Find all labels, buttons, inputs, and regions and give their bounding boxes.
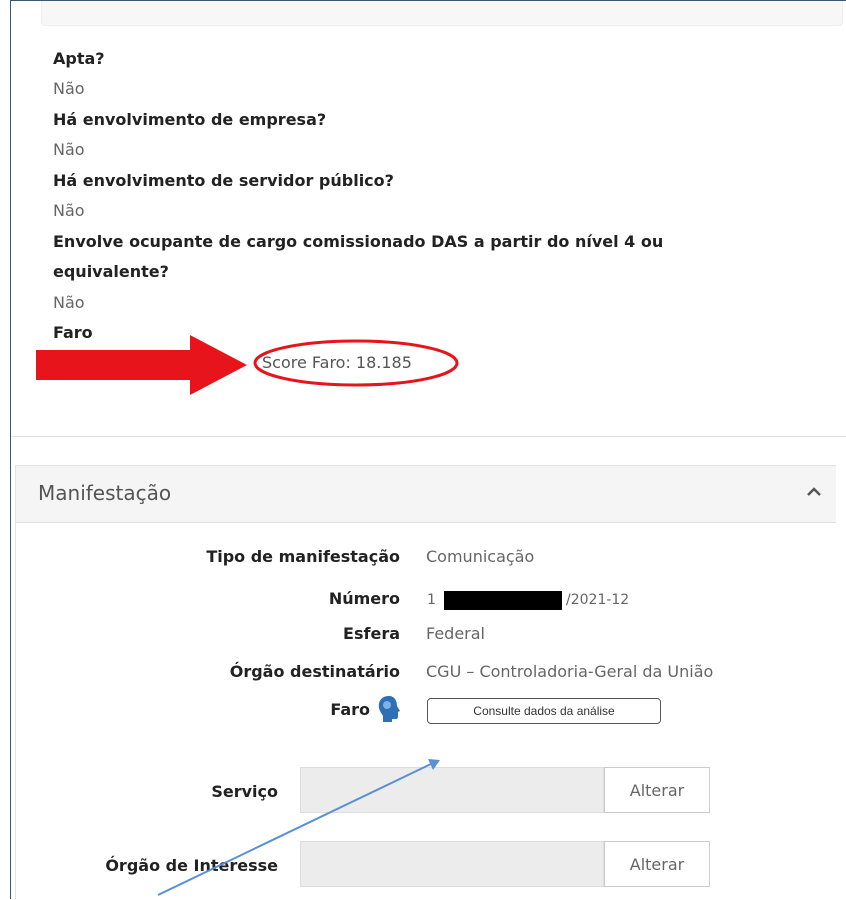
score-faro: Score Faro: 18.185	[262, 353, 412, 372]
das-label-line1: Envolve ocupante de cargo comissionado D…	[53, 232, 664, 251]
apta-label: Apta?	[53, 49, 105, 68]
servidor-value: Não	[53, 201, 85, 220]
tipo-manifestacao-value: Comunicação	[426, 547, 535, 566]
numero-label: Número	[328, 589, 400, 608]
faro-head-icon	[378, 696, 400, 722]
previous-section-edge	[41, 1, 843, 26]
apta-value: Não	[53, 79, 85, 98]
empresa-label: Há envolvimento de empresa?	[53, 110, 327, 129]
esfera-value: Federal	[426, 624, 485, 643]
empresa-value: Não	[53, 140, 85, 159]
orgao-interesse-input[interactable]	[300, 841, 604, 887]
das-value: Não	[53, 293, 85, 312]
orgao-interesse-label: Órgão de Interesse	[105, 856, 278, 875]
alterar-servico-button[interactable]: Alterar	[604, 767, 710, 813]
manifestacao-title: Manifestação	[38, 481, 172, 505]
tipo-manifestacao-label: Tipo de manifestação	[206, 547, 400, 566]
consulte-dados-button[interactable]: Consulte dados da análise	[427, 698, 661, 724]
manifestacao-panel: Manifestação	[15, 465, 836, 900]
alterar-orgao-interesse-button[interactable]: Alterar	[604, 841, 710, 887]
numero-prefix: 1	[427, 592, 436, 608]
servico-label: Serviço	[211, 782, 278, 801]
manifestacao-header[interactable]: Manifestação	[16, 466, 836, 523]
das-label-line2: equivalente?	[53, 262, 169, 281]
details-panel	[11, 1, 846, 437]
servico-input[interactable]	[300, 767, 604, 813]
orgao-destinatario-label: Órgão destinatário	[229, 662, 400, 681]
orgao-destinatario-value: CGU – Controladoria-Geral da União	[426, 662, 714, 681]
numero-suffix: /2021-12	[566, 592, 630, 608]
faro-row-label: Faro	[330, 700, 370, 719]
faro-label: Faro	[53, 323, 93, 342]
redaction-bar	[444, 591, 562, 610]
esfera-label: Esfera	[343, 624, 400, 643]
servidor-label: Há envolvimento de servidor público?	[53, 171, 394, 190]
chevron-up-icon[interactable]	[804, 482, 824, 502]
